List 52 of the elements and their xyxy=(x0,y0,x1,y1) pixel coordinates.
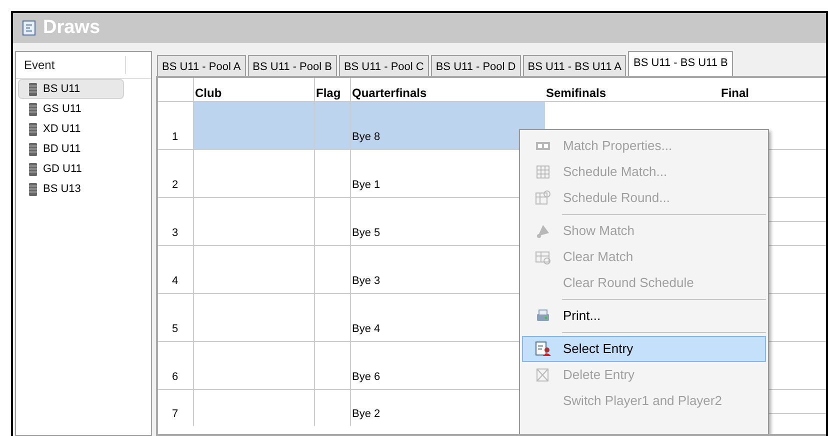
table-icon xyxy=(535,164,551,180)
database-icon xyxy=(29,162,37,176)
event-label: BS U11 xyxy=(43,82,80,97)
row-number: 4 xyxy=(172,274,178,288)
quarterfinal-entry: Bye 3 xyxy=(352,274,380,288)
row-number: 3 xyxy=(172,226,178,240)
event-label: GS U11 xyxy=(43,102,82,117)
event-item[interactable]: GS U11 xyxy=(18,99,124,119)
row-number: 1 xyxy=(172,130,178,144)
tab[interactable]: BS U11 - Pool A xyxy=(157,55,246,76)
document-person-icon xyxy=(535,341,551,357)
tab[interactable]: BS U11 - Pool D xyxy=(430,55,521,76)
document-icon xyxy=(21,20,37,36)
column-header: Event xyxy=(16,56,126,74)
event-label: BS U13 xyxy=(43,182,81,197)
quarterfinal-entry: Bye 8 xyxy=(352,130,380,144)
event-label: XD U11 xyxy=(43,122,81,137)
quarterfinal-entry: Bye 2 xyxy=(352,406,380,422)
quarterfinal-entry: Bye 1 xyxy=(352,178,380,192)
event-label: BD U11 xyxy=(43,142,81,157)
table-cross-icon xyxy=(535,367,551,383)
printer-icon xyxy=(535,308,551,324)
event-item[interactable]: BD U11 xyxy=(18,139,124,159)
event-item[interactable]: BS U13 xyxy=(18,179,124,199)
event-label: GD U11 xyxy=(43,162,82,177)
database-icon xyxy=(29,122,37,136)
tab[interactable]: BS U11 - BS U11 A xyxy=(522,55,626,76)
column-header: Quarterfinals xyxy=(351,85,428,102)
tab[interactable]: BS U11 - Pool B xyxy=(248,55,337,76)
quarterfinal-entry: Bye 4 xyxy=(352,322,380,336)
cone-icon xyxy=(535,223,551,239)
tab[interactable]: BS U11 - Pool C xyxy=(338,55,429,76)
menu-item[interactable]: Print... xyxy=(522,303,766,329)
database-icon xyxy=(29,102,37,116)
row-number: 5 xyxy=(172,322,178,336)
row-number: 6 xyxy=(172,370,178,384)
quarterfinal-entry: Bye 6 xyxy=(352,370,380,384)
event-item[interactable]: XD U11 xyxy=(18,119,124,139)
column-header: Final xyxy=(720,85,750,102)
quarterfinal-entry: Bye 5 xyxy=(352,226,380,240)
table-clock-icon xyxy=(535,190,551,206)
tab[interactable]: BS U11 - BS U11 B xyxy=(628,51,733,76)
event-item[interactable]: BS U11 xyxy=(18,79,124,99)
database-icon xyxy=(29,182,37,196)
database-icon xyxy=(29,82,37,96)
table-clock-icon xyxy=(535,249,551,265)
row-number: 2 xyxy=(172,178,178,192)
row-number: 7 xyxy=(172,406,178,422)
event-item[interactable]: GD U11 xyxy=(18,159,124,179)
column-header: Semifinals xyxy=(545,85,608,102)
database-icon xyxy=(29,142,37,156)
menu-item[interactable]: Select Entry xyxy=(522,336,766,362)
